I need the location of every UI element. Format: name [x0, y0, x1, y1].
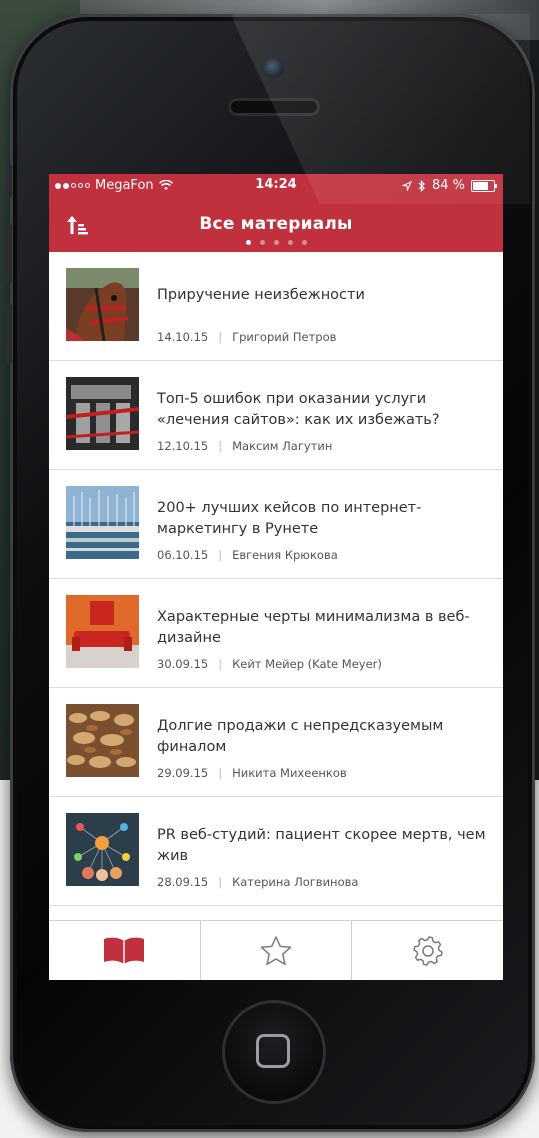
page-dot: [259, 240, 265, 245]
article-title: Приручение неизбежности: [157, 287, 365, 303]
article-title: 200+ лучших кейсов по интернет-маркетинг…: [157, 500, 422, 537]
article-date: 30.09.15: [157, 657, 209, 671]
volume-down-button: [6, 304, 12, 364]
article-date: 28.09.15: [157, 875, 209, 889]
article-title: Характерные черты минимализма в веб-диза…: [157, 609, 470, 646]
tab-bar: [49, 920, 503, 980]
article-thumbnail: [66, 595, 139, 668]
home-square-icon: [256, 1034, 290, 1068]
article-date: 14.10.15: [157, 330, 209, 344]
bluetooth-icon: [418, 179, 425, 192]
book-icon: [104, 937, 145, 964]
article-date: 29.09.15: [157, 766, 209, 780]
article-thumbnail: [66, 813, 139, 886]
article-author: Никита Михеенков: [232, 766, 347, 780]
meta-separator: |: [218, 439, 223, 453]
tab-settings[interactable]: [352, 921, 503, 980]
article-author: Катерина Логвинова: [232, 875, 359, 889]
navigation-bar: Все материалы: [49, 198, 503, 252]
tab-materials[interactable]: [49, 921, 201, 980]
mute-switch: [6, 164, 12, 198]
article-thumbnail: [66, 704, 139, 777]
article-meta: 30.09.15 | Кейт Мейер (Kate Meyer): [157, 657, 382, 671]
article-list-item[interactable]: 200+ лучших кейсов по интернет-маркетинг…: [49, 470, 503, 579]
article-list-item[interactable]: Долгие продажи с непредсказуемым финалом…: [49, 688, 503, 797]
battery-percent: 84 %: [431, 178, 465, 193]
article-author: Максим Лагутин: [232, 439, 333, 453]
article-thumbnail: [66, 486, 139, 559]
article-thumbnail: [66, 377, 139, 450]
meta-separator: |: [218, 875, 223, 889]
page-title: Все материалы: [199, 214, 353, 234]
meta-separator: |: [218, 766, 223, 780]
battery-icon: [471, 179, 497, 192]
article-author: Кейт Мейер (Kate Meyer): [232, 657, 382, 671]
tab-favorites[interactable]: [201, 921, 353, 980]
article-date: 12.10.15: [157, 439, 209, 453]
article-list: Приручение неизбежности 14.10.15 | Григорий…: [49, 252, 503, 920]
article-list-item[interactable]: Характерные черты минимализма в веб-диза…: [49, 579, 503, 688]
article-meta: 28.09.15 | Катерина Логвинова: [157, 875, 358, 889]
article-list-item[interactable]: Приручение неизбежности 14.10.15 | Григорий…: [49, 252, 503, 361]
volume-up-button: [6, 224, 12, 284]
meta-separator: |: [218, 548, 223, 562]
app-screen: MegaFon 14:24 84 % Все материалы Прируче…: [49, 174, 503, 980]
article-author: Евгения Крюкова: [232, 548, 338, 562]
page-dot: [301, 240, 307, 245]
star-icon: [260, 936, 292, 966]
article-title: Долгие продажи с непредсказуемым финалом: [157, 718, 444, 755]
page-indicator: [49, 240, 503, 245]
page-dot: [273, 240, 279, 245]
status-bar: MegaFon 14:24 84 %: [49, 174, 503, 198]
article-meta: 12.10.15 | Максим Лагутин: [157, 439, 332, 453]
article-meta: 06.10.15 | Евгения Крюкова: [157, 548, 338, 562]
article-thumbnail: [66, 268, 139, 341]
front-camera: [264, 58, 284, 78]
article-list-item[interactable]: PR веб-студий: пациент скорее мертв, чем…: [49, 797, 503, 906]
page-dot: [287, 240, 293, 245]
article-meta: 29.09.15 | Никита Михеенков: [157, 766, 347, 780]
location-arrow-icon: [401, 180, 412, 191]
article-title: PR веб-студий: пациент скорее мертв, чем…: [157, 827, 486, 864]
earpiece-speaker: [228, 98, 320, 116]
article-list-item[interactable]: Топ-5 ошибок при оказании услуги «лечени…: [49, 361, 503, 470]
home-button[interactable]: [222, 1000, 326, 1104]
article-meta: 14.10.15 | Григорий Петров: [157, 330, 336, 344]
meta-separator: |: [218, 330, 223, 344]
gear-icon: [412, 936, 443, 966]
article-author: Григорий Петров: [232, 330, 337, 344]
meta-separator: |: [218, 657, 223, 671]
article-date: 06.10.15: [157, 548, 209, 562]
page-dot: [245, 240, 251, 245]
article-title: Топ-5 ошибок при оказании услуги «лечени…: [157, 391, 440, 428]
